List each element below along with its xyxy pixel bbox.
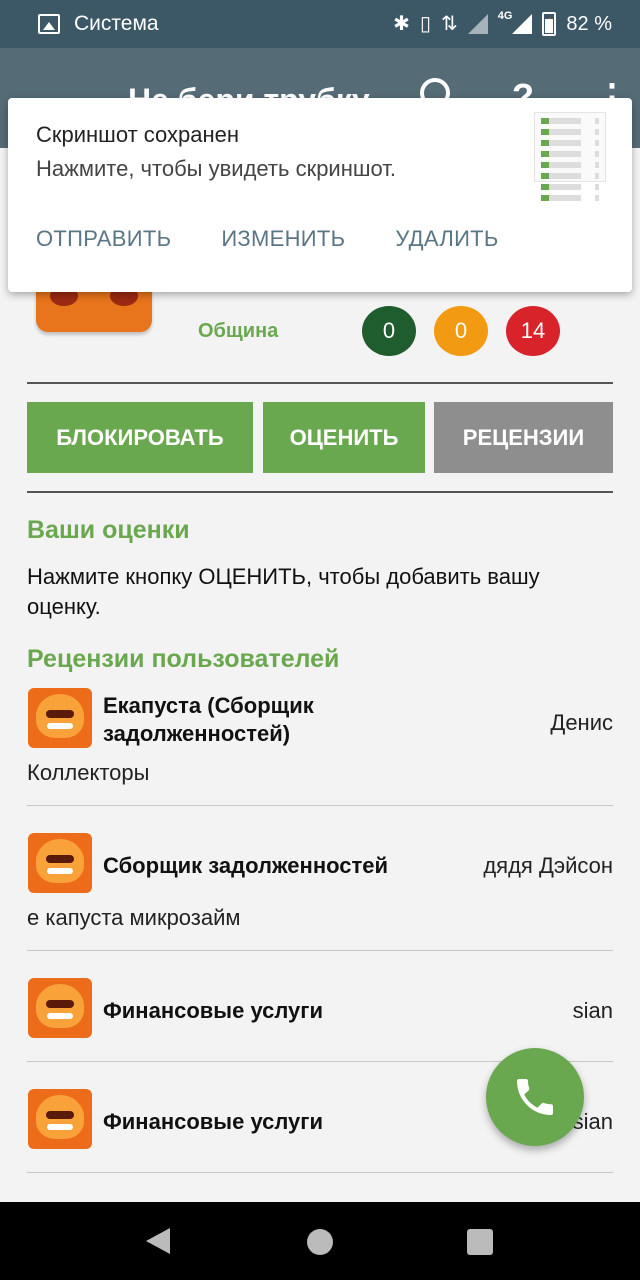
review-separator <box>27 805 613 806</box>
review-avatar <box>28 688 92 748</box>
review-avatar <box>28 833 92 893</box>
review-title: Екапуста (Сборщик задолженностей) <box>103 693 314 746</box>
battery-percent: 82 % <box>566 12 612 35</box>
share-button[interactable]: ОТПРАВИТЬ <box>36 226 171 252</box>
review-author: дядя Дэйсон <box>483 853 613 878</box>
block-button[interactable]: БЛОКИРОВАТЬ <box>27 402 253 473</box>
rate-button[interactable]: ОЦЕНИТЬ <box>263 402 425 473</box>
navigation-bar <box>0 1202 640 1280</box>
review-author: Денис <box>550 710 613 735</box>
review-avatar <box>28 1089 92 1149</box>
neutral-count-badge: 0 <box>434 306 488 356</box>
review-text: е капуста микрозайм <box>27 905 241 930</box>
cell-signal-icon <box>512 14 533 34</box>
edit-button[interactable]: ИЗМЕНИТЬ <box>221 226 345 252</box>
nav-recents-icon[interactable] <box>467 1229 493 1255</box>
wifi-signal-icon <box>467 14 488 34</box>
delete-button[interactable]: УДАЛИТЬ <box>395 226 498 252</box>
status-app-name: Система <box>74 12 159 35</box>
divider <box>27 491 613 493</box>
review-item[interactable]: Сборщик задолженностей дядя Дэйсон е кап… <box>0 833 640 951</box>
call-button[interactable] <box>486 1048 584 1146</box>
review-separator <box>27 1172 613 1173</box>
screenshot-thumbnail[interactable] <box>534 112 606 201</box>
screenshot-notification[interactable]: Скриншот сохранен Нажмите, чтобы увидеть… <box>8 98 632 292</box>
review-text: Коллекторы <box>27 760 150 785</box>
status-bar: Система ✱ ▯ ⇅ 4G 82 % <box>0 0 640 48</box>
notification-text: Нажмите, чтобы увидеть скриншот. <box>36 156 397 181</box>
review-author: sian <box>572 998 613 1023</box>
phone-icon <box>517 1079 553 1115</box>
review-separator <box>27 950 613 951</box>
data-arrows-icon: ⇅ <box>440 13 458 35</box>
vibrate-icon: ▯ <box>419 13 431 35</box>
nav-home-icon[interactable] <box>307 1229 333 1255</box>
positive-count-badge: 0 <box>362 306 416 356</box>
divider <box>27 382 613 384</box>
your-ratings-title: Ваши оценки <box>27 516 190 544</box>
notification-actions: ОТПРАВИТЬ ИЗМЕНИТЬ УДАЛИТЬ <box>36 226 499 252</box>
review-title: Финансовые услуги <box>103 998 323 1023</box>
review-title: Финансовые услуги <box>103 1109 323 1134</box>
review-avatar <box>28 978 92 1038</box>
negative-count-badge: 14 <box>506 306 560 356</box>
user-reviews-title: Рецензии пользователей <box>27 645 340 673</box>
battery-icon <box>542 12 557 36</box>
network-type: 4G <box>497 10 513 22</box>
review-item[interactable]: Екапуста (Сборщик задолженностей) Денис … <box>0 688 640 806</box>
bluetooth-icon: ✱ <box>393 13 410 35</box>
your-ratings-hint: Нажмите кнопку ОЦЕНИТЬ, чтобы добавить в… <box>27 564 540 619</box>
status-icons: ✱ ▯ ⇅ 4G 82 % <box>393 10 612 38</box>
gallery-icon <box>38 14 60 34</box>
nav-back-icon[interactable] <box>146 1228 170 1254</box>
reviews-button[interactable]: РЕЦЕНЗИИ <box>434 402 613 473</box>
category-label: Община <box>198 320 279 342</box>
notification-title: Скриншот сохранен <box>36 122 240 147</box>
review-title: Сборщик задолженностей <box>103 853 389 878</box>
